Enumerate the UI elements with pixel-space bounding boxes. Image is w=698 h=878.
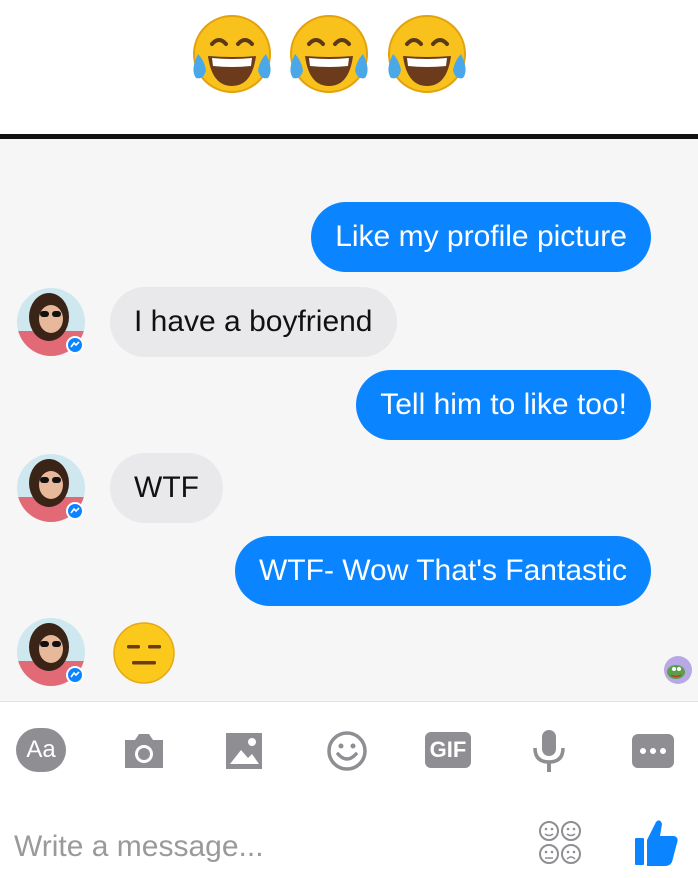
header-emoji-banner [0,0,698,134]
tears-of-joy-icon [290,15,368,93]
more-options-icon[interactable] [628,726,678,776]
message-input[interactable] [14,827,494,867]
message-received[interactable]: I have a boyfriend [110,287,397,357]
contact-avatar[interactable] [16,453,86,523]
message-sent[interactable]: Tell him to like too! [356,370,651,440]
gif-button[interactable]: GIF [425,732,471,768]
stickers-icon[interactable] [538,820,582,866]
tears-of-joy-icon [193,15,271,93]
gif-label: GIF [425,732,471,768]
message-composer: Aa GIF [0,701,698,878]
like-thumb-icon[interactable] [632,816,680,868]
camera-icon[interactable] [119,726,169,776]
contact-avatar[interactable] [16,617,86,687]
microphone-icon[interactable] [524,726,574,776]
tears-of-joy-icon [388,15,466,93]
conversation-thread: Like my profile picture I have a boyfrie… [0,139,698,701]
message-received[interactable]: WTF [110,453,223,523]
image-icon[interactable] [219,726,269,776]
text-style-label: Aa [16,728,66,772]
expressionless-face-icon[interactable] [112,621,176,685]
emoji-icon[interactable] [322,726,372,776]
contact-avatar[interactable] [16,287,86,357]
message-sent[interactable]: WTF- Wow That's Fantastic [234,536,651,606]
message-sent[interactable]: Like my profile picture [311,202,651,272]
text-style-button[interactable]: Aa [16,728,66,772]
seen-indicator-avatar [664,656,692,684]
